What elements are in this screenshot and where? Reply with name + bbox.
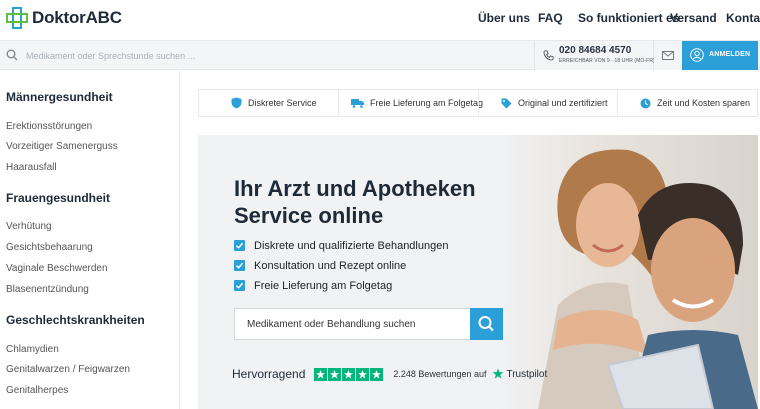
top-navigation: DoktorABC Über uns FAQ So funktioniert e… <box>0 0 760 40</box>
benefit-item: Diskrete und qualifizierte Behandlungen <box>234 239 448 259</box>
feature-save-time: Zeit und Kosten sparen <box>640 90 750 116</box>
logo-cross-icon <box>6 7 28 29</box>
feature-delivery: Freie Lieferung am Folgetag <box>351 90 483 116</box>
brand-name: DoktorABC <box>32 8 122 27</box>
star-icon <box>328 367 342 381</box>
trustpilot-brand: Trustpilot <box>506 368 548 380</box>
feature-label: Diskreter Service <box>248 98 317 108</box>
brand-logo[interactable]: DoktorABC <box>6 7 122 29</box>
feature-discreet: Diskreter Service <box>231 90 317 116</box>
shield-icon <box>231 97 242 109</box>
benefit-item: Freie Lieferung am Folgetag <box>234 279 448 299</box>
review-count: 2.248 Bewertungen auf <box>393 369 486 379</box>
sidebar-item-erectile-dysfunction[interactable]: Erektionsstörungen <box>6 121 92 132</box>
feature-label: Freie Lieferung am Folgetag <box>370 98 484 108</box>
category-title-sti[interactable]: Geschlechtskrankheiten <box>6 313 145 327</box>
mail-icon <box>662 51 674 60</box>
check-icon <box>234 280 245 291</box>
phone-number: 020 84684 4570 <box>559 45 632 56</box>
user-icon <box>690 48 704 62</box>
feature-strip: Diskreter Service Freie Lieferung am Fol… <box>198 89 758 117</box>
phone-hours: ERREICHBAR VON 9 - 18 UHR (MO-FR) <box>559 58 655 64</box>
trustpilot-rating[interactable]: Hervorragend 2.248 Bewertungen auf Trust… <box>232 366 547 382</box>
sidebar-item-hair-loss[interactable]: Haarausfall <box>6 162 57 173</box>
trustpilot-logo[interactable]: Trustpilot <box>492 368 547 380</box>
benefit-item: Konsultation und Rezept online <box>234 259 448 279</box>
login-button[interactable]: ANMELDEN <box>682 41 758 70</box>
sidebar-item-vaginal-complaints[interactable]: Vaginale Beschwerden <box>6 263 108 274</box>
category-sidebar: Männergesundheit Erektionsstörungen Vorz… <box>0 71 180 409</box>
sidebar-item-premature-ejaculation[interactable]: Vorzeitiger Samenerguss <box>6 141 118 152</box>
rating-stars <box>314 367 384 381</box>
login-label: ANMELDEN <box>709 51 751 58</box>
divider <box>617 90 618 116</box>
phone-icon <box>543 50 554 61</box>
star-icon <box>492 368 504 379</box>
mail-button[interactable] <box>654 41 682 70</box>
review-count-number: 2.248 <box>393 369 416 379</box>
nav-faq[interactable]: FAQ <box>538 11 568 25</box>
divider <box>478 90 479 116</box>
hero-section: Ihr Arzt und Apotheken Service online Di… <box>198 135 758 409</box>
star-icon <box>356 367 370 381</box>
star-icon <box>370 367 384 381</box>
benefit-label: Freie Lieferung am Folgetag <box>254 280 393 292</box>
header-search-bar: 020 84684 4570 ERREICHBAR VON 9 - 18 UHR… <box>0 40 760 70</box>
nav-shipping[interactable]: Versand <box>670 11 717 25</box>
nav-contact[interactable]: Kontakt <box>726 11 760 25</box>
category-title-mens-health[interactable]: Männergesundheit <box>6 90 113 104</box>
hero-title-line-2: Service online <box>234 203 384 228</box>
hero-search-button[interactable] <box>470 308 503 340</box>
check-icon <box>234 260 245 271</box>
phone-contact[interactable]: 020 84684 4570 ERREICHBAR VON 9 - 18 UHR… <box>534 41 655 70</box>
check-icon <box>234 240 245 251</box>
sidebar-item-chlamydia[interactable]: Chlamydien <box>6 344 59 355</box>
sidebar-item-genital-warts[interactable]: Genitalwarzen / Feigwarzen <box>6 364 130 375</box>
truck-icon <box>351 99 364 108</box>
feature-original: Original und zertifiziert <box>501 90 608 116</box>
nav-how-it-works[interactable]: So funktioniert es <box>578 11 679 25</box>
star-icon <box>342 367 356 381</box>
sidebar-item-facial-hair[interactable]: Gesichtsbehaarung <box>6 242 93 253</box>
feature-label: Zeit und Kosten sparen <box>657 98 751 108</box>
hero-search-input[interactable] <box>234 308 470 340</box>
benefit-list: Diskrete und qualifizierte Behandlungen … <box>234 239 448 299</box>
benefit-label: Konsultation und Rezept online <box>254 260 407 272</box>
category-title-womens-health[interactable]: Frauengesundheit <box>6 191 110 205</box>
star-icon <box>314 367 328 381</box>
feature-label: Original und zertifiziert <box>518 98 608 108</box>
search-icon <box>6 49 18 61</box>
benefit-label: Diskrete und qualifizierte Behandlungen <box>254 240 449 252</box>
divider <box>338 90 339 116</box>
search-input[interactable] <box>26 45 526 67</box>
clock-icon <box>640 98 651 108</box>
sidebar-item-cystitis[interactable]: Blasenentzündung <box>6 284 89 295</box>
rating-label: Hervorragend <box>232 367 306 381</box>
sidebar-item-genital-herpes[interactable]: Genitalherpes <box>6 385 68 396</box>
reviews-label: Bewertungen auf <box>418 369 487 379</box>
search-icon <box>478 316 494 332</box>
tag-icon <box>501 98 512 108</box>
hero-title: Ihr Arzt und Apotheken Service online <box>234 175 534 229</box>
nav-about[interactable]: Über uns <box>478 11 530 25</box>
hero-title-line-1: Ihr Arzt und Apotheken <box>234 176 476 201</box>
sidebar-item-contraception[interactable]: Verhütung <box>6 221 52 232</box>
